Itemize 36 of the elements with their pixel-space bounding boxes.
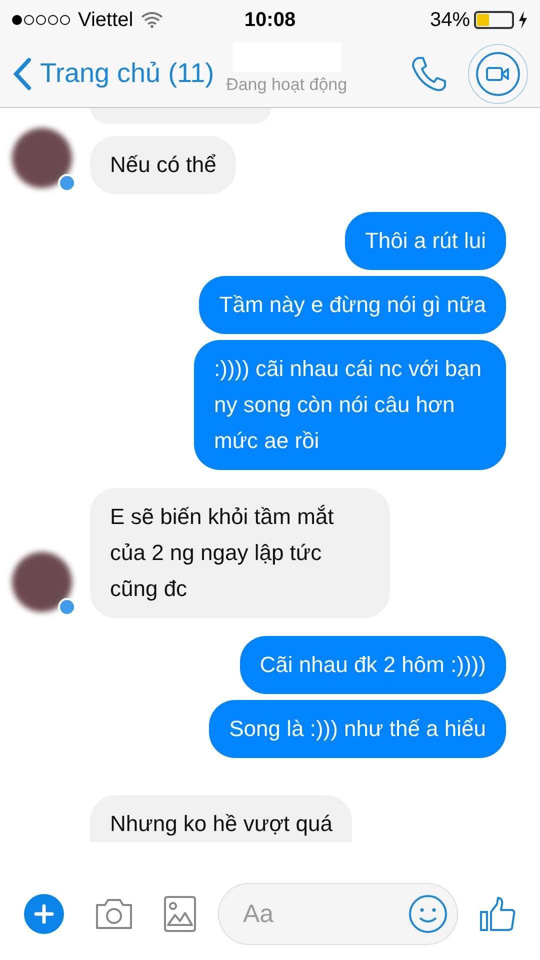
avatar [12, 128, 72, 188]
charging-icon [518, 11, 528, 29]
thumbs-up-icon [480, 896, 516, 932]
message-bubble: Nếu có thể [90, 136, 236, 194]
camera-icon [94, 897, 134, 931]
video-camera-icon [486, 66, 510, 82]
message-bubble: Song là :))) như thế a hiểu [209, 700, 506, 758]
message-bubble: Cãi nhau đk 2 hôm :)))) [240, 636, 506, 694]
plus-icon [34, 904, 54, 924]
back-button[interactable]: Trang chủ (11) [12, 53, 214, 94]
gallery-button[interactable] [164, 896, 196, 932]
message-bubble: Nhưng ko hề vượt quá [90, 795, 352, 842]
video-call-button[interactable] [468, 44, 528, 104]
signal-icon [12, 15, 70, 25]
like-button[interactable] [480, 896, 516, 932]
camera-button[interactable] [94, 897, 134, 931]
message-bubble: Tầm này e đừng nói gì nữa [199, 276, 506, 334]
call-button[interactable] [410, 54, 448, 92]
battery-icon [474, 11, 514, 29]
image-icon [164, 896, 196, 932]
battery-percent: 34% [430, 8, 470, 33]
smiley-icon[interactable] [408, 894, 448, 934]
carrier-name: Viettel [78, 8, 134, 33]
add-button[interactable] [24, 894, 64, 934]
back-chevron-icon [12, 56, 32, 90]
message-input[interactable]: Aa [218, 883, 458, 945]
message-bubble: :)))) cãi nhau cái nc với bạn ny song còn nói câu hơn mức ae rồi [194, 340, 506, 470]
message-bubble: Thôi a rút lui [344, 212, 506, 270]
presence-status: Đang hoạt động [226, 74, 348, 96]
message-bubble: E sẽ biến khỏi tầm mắt của 2 ng ngay lập tức cũng đc [90, 488, 390, 618]
messenger-badge-icon [58, 174, 76, 192]
phone-icon [410, 54, 448, 92]
avatar [12, 552, 72, 612]
clock-time: 10:08 [244, 8, 296, 33]
messenger-badge-icon [58, 598, 76, 616]
wifi-icon [141, 12, 164, 28]
